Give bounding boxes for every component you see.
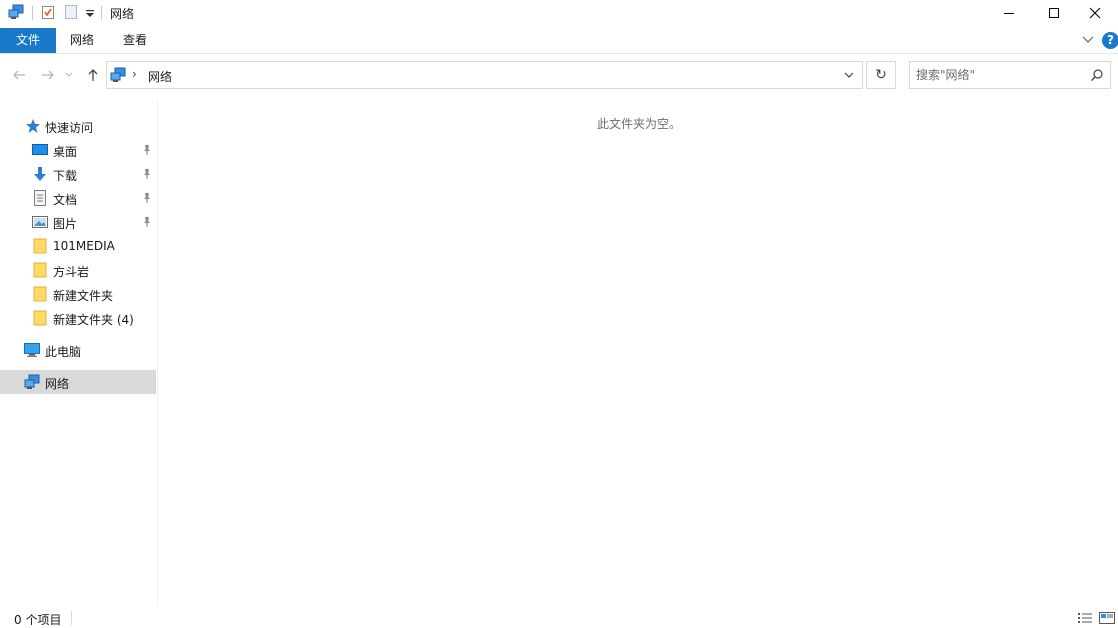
folder-icon <box>33 286 47 302</box>
folder-icon <box>33 310 47 326</box>
computer-icon <box>24 343 40 357</box>
search-input[interactable] <box>916 66 1076 84</box>
breadcrumb-item-network[interactable]: 网络 <box>148 68 172 85</box>
chevron-down-icon <box>844 72 854 78</box>
refresh-icon: ↻ <box>875 67 887 83</box>
nav-folder-new-4[interactable]: 新建文件夹 (4) <box>0 306 156 330</box>
nav-folder-101media[interactable]: 101MEDIA <box>0 234 156 258</box>
details-view-button[interactable] <box>1076 610 1094 626</box>
search-icon[interactable] <box>1090 68 1104 82</box>
nav-network-label: 网络 <box>45 377 70 391</box>
address-dropdown-button[interactable] <box>836 62 862 88</box>
status-item-count: 0 个项目 <box>14 613 62 627</box>
title-bar: 网络 <box>0 0 1118 26</box>
separator <box>101 6 102 20</box>
nav-this-pc-label: 此电脑 <box>45 345 82 359</box>
recent-locations-button[interactable] <box>62 64 76 86</box>
arrow-right-icon <box>42 70 54 80</box>
pin-icon[interactable] <box>141 192 153 204</box>
chevron-down-icon[interactable] <box>1080 33 1096 47</box>
ribbon: 文件 网络 查看 ? <box>0 28 1118 54</box>
large-icons-view-button[interactable] <box>1098 610 1116 626</box>
nav-folder-label: 方斗岩 <box>53 265 90 279</box>
nav-pictures[interactable]: 图片 <box>0 210 156 234</box>
maximize-icon <box>1049 8 1059 18</box>
desktop-icon <box>32 144 48 155</box>
new-folder-icon[interactable] <box>63 4 79 20</box>
nav-documents-label: 文档 <box>53 193 78 207</box>
chevron-down-icon <box>65 72 73 77</box>
back-button[interactable] <box>8 64 30 86</box>
network-icon <box>110 67 126 82</box>
nav-folder-label: 新建文件夹 <box>53 289 114 303</box>
nav-quick-access-label: 快速访问 <box>45 121 94 135</box>
arrow-up-icon <box>88 69 98 81</box>
pin-icon[interactable] <box>141 216 153 228</box>
properties-icon[interactable] <box>40 4 56 20</box>
network-icon <box>8 4 24 19</box>
document-icon <box>34 190 46 206</box>
nav-folder-fangdouyan[interactable]: 方斗岩 <box>0 258 156 282</box>
close-button[interactable] <box>1072 0 1118 26</box>
address-bar[interactable]: › 网络 <box>106 61 863 89</box>
navigation-pane: 快速访问 桌面 下载 文档 图片 101MEDIA 方斗岩 新建文件夹 新建文件… <box>0 100 157 605</box>
nav-documents[interactable]: 文档 <box>0 186 156 210</box>
folder-icon <box>33 262 47 278</box>
empty-folder-message: 此文件夹为空。 <box>596 117 681 131</box>
up-button[interactable] <box>82 64 104 86</box>
pane-divider[interactable] <box>157 100 158 605</box>
nav-network[interactable]: 网络 <box>0 370 156 394</box>
nav-desktop[interactable]: 桌面 <box>0 138 156 162</box>
pin-icon[interactable] <box>141 168 153 180</box>
minimize-button[interactable] <box>986 0 1032 26</box>
minimize-icon <box>1004 13 1014 14</box>
customize-toolbar-icon[interactable] <box>82 4 98 20</box>
nav-pictures-label: 图片 <box>53 217 78 231</box>
refresh-button[interactable]: ↻ <box>866 61 896 89</box>
network-icon <box>24 374 40 389</box>
download-icon <box>34 167 46 181</box>
separator <box>32 6 33 20</box>
nav-downloads[interactable]: 下载 <box>0 162 156 186</box>
maximize-button[interactable] <box>1031 0 1077 26</box>
large-icons-view-icon <box>1099 612 1115 624</box>
nav-quick-access[interactable]: 快速访问 <box>0 114 156 138</box>
close-icon <box>1089 7 1101 19</box>
separator <box>71 611 72 625</box>
nav-folder-new[interactable]: 新建文件夹 <box>0 282 156 306</box>
tab-network[interactable]: 网络 <box>58 28 106 53</box>
nav-folder-label: 新建文件夹 (4) <box>53 313 134 327</box>
nav-desktop-label: 桌面 <box>53 145 78 159</box>
pin-icon[interactable] <box>141 144 153 156</box>
breadcrumb-separator[interactable]: › <box>132 67 137 81</box>
nav-downloads-label: 下载 <box>53 169 78 183</box>
picture-icon <box>32 216 48 228</box>
folder-icon <box>33 238 47 254</box>
nav-folder-label: 101MEDIA <box>53 239 115 253</box>
search-box[interactable] <box>909 61 1111 89</box>
tab-view[interactable]: 查看 <box>112 28 158 53</box>
details-view-icon <box>1078 613 1092 623</box>
arrow-left-icon <box>13 70 25 80</box>
nav-this-pc[interactable]: 此电脑 <box>0 338 156 362</box>
tab-file[interactable]: 文件 <box>0 28 56 53</box>
help-button[interactable]: ? <box>1102 32 1118 49</box>
forward-button[interactable] <box>37 64 59 86</box>
window-title: 网络 <box>110 7 135 21</box>
star-icon <box>26 119 40 133</box>
